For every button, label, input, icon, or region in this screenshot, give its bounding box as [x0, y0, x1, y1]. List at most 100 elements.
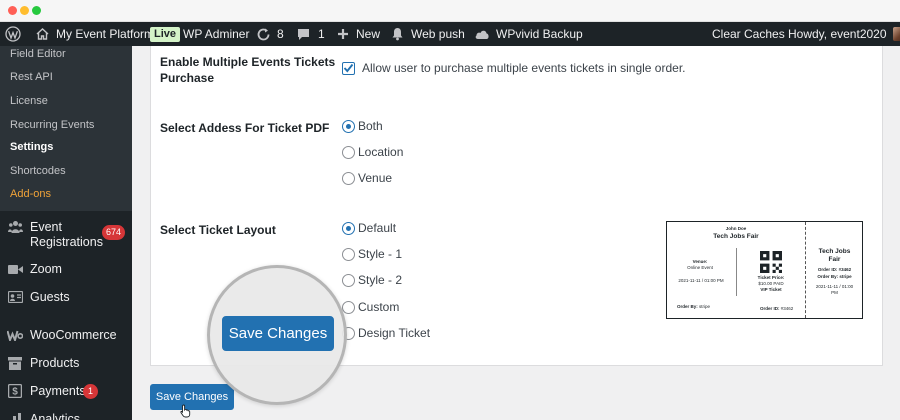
menu-item-woocommerce[interactable]: WooCommerce — [0, 326, 132, 344]
ticket-stub-event-line1: Tech Jobs — [818, 248, 851, 255]
radio-style-2[interactable] — [342, 273, 355, 287]
wordpress-logo-button[interactable] — [5, 22, 21, 46]
admin-bar: My Event Platform Live WP Adminer 8 1 Ne… — [0, 22, 900, 46]
radio-default[interactable] — [342, 221, 355, 235]
bell-icon — [392, 28, 403, 41]
submenu-item-shortcodes[interactable]: Shortcodes — [10, 165, 66, 177]
radio-style-2-label: Style - 2 — [358, 273, 403, 287]
ticket-order-by: Order By: stripe — [677, 304, 710, 310]
multiple-tickets-option[interactable]: Allow user to purchase multiple events t… — [342, 61, 686, 75]
submenu-item-add-ons[interactable]: Add-ons — [10, 188, 51, 200]
menu-item-products[interactable]: Products — [0, 354, 132, 372]
comment-icon — [298, 28, 309, 40]
submenu-item-recurring-events[interactable]: Recurring Events — [10, 119, 94, 131]
my-account-link[interactable]: Howdy, event2020 — [788, 22, 900, 46]
multiple-tickets-label: Enable Multiple Events Tickets Purchase — [160, 55, 336, 85]
submenu-item-license[interactable]: License — [10, 95, 48, 107]
ticket-layout-option-design-ticket[interactable]: Design Ticket — [342, 326, 430, 340]
wpvivid-backup-link[interactable]: WPvivid Backup — [474, 22, 583, 46]
cloud-icon — [475, 30, 489, 39]
home-icon — [36, 28, 49, 40]
users-icon — [7, 219, 23, 235]
ticket-layout-option-custom[interactable]: Custom — [342, 300, 399, 314]
window-maximize-button[interactable] — [32, 6, 41, 15]
radio-location[interactable] — [342, 145, 355, 159]
refresh-icon — [257, 28, 270, 40]
ticket-event-name: Tech Jobs Fair — [713, 233, 759, 240]
comments-count: 1 — [318, 27, 325, 41]
radio-both[interactable] — [342, 119, 355, 133]
menu-label-analytics: Analytics — [30, 412, 81, 420]
ticket-layout-option-style-1[interactable]: Style - 1 — [342, 247, 402, 261]
payments-count-badge: 1 — [83, 384, 98, 399]
hand-cursor-icon — [180, 404, 191, 418]
radio-design-ticket-label: Design Ticket — [358, 326, 431, 340]
save-changes-button-zoomed[interactable]: Save Changes — [222, 316, 334, 351]
comments-link[interactable]: 1 — [297, 22, 325, 46]
new-content-link[interactable]: New — [337, 22, 380, 46]
ticket-attendee: John Doe — [725, 226, 747, 231]
save-changes-button[interactable]: Save Changes — [150, 384, 234, 410]
clear-caches-button[interactable]: Clear Caches — [712, 22, 785, 46]
web-push-link[interactable]: Web push — [391, 22, 465, 46]
radio-venue-label: Venue — [358, 171, 393, 185]
pdf-address-option-venue[interactable]: Venue — [342, 171, 392, 185]
ticket-stub-event-line2: Fair — [828, 256, 841, 263]
menu-item-analytics[interactable]: Analytics — [0, 410, 132, 420]
updates-link[interactable]: 8 — [256, 22, 284, 46]
plus-icon — [338, 29, 348, 39]
radio-style-1-label: Style - 1 — [358, 247, 403, 261]
menu-item-zoom[interactable]: Zoom — [0, 260, 132, 278]
ticket-divider — [736, 248, 737, 296]
ticket-layout-option-style-2[interactable]: Style - 2 — [342, 273, 402, 287]
ticket-preview: John Doe Tech Jobs Fair Venue: Online Ev… — [666, 221, 863, 319]
radio-custom[interactable] — [342, 300, 355, 314]
menu-label-registrations: Registrations — [30, 235, 103, 249]
svg-text:$: $ — [12, 387, 18, 398]
pdf-address-label: Select Addess For Ticket PDF — [160, 121, 330, 135]
radio-style-1[interactable] — [342, 247, 355, 261]
menu-item-guests[interactable]: Guests — [0, 288, 132, 306]
ticket-order-id: Order ID: #3462 — [760, 306, 793, 312]
pdf-address-option-both[interactable]: Both — [342, 119, 383, 133]
window-close-button[interactable] — [8, 6, 17, 15]
submenu-item-field-editor[interactable]: Field Editor — [10, 48, 66, 60]
ticket-order-id-label: Order ID: — [760, 306, 780, 311]
site-name-link[interactable]: My Event Platform — [36, 22, 154, 46]
menu-label-guests: Guests — [30, 290, 70, 304]
registrations-count-badge: 674 — [102, 225, 126, 240]
ticket-stub-order-id: Order ID: #3462 — [817, 267, 852, 272]
bar-chart-icon — [7, 411, 23, 420]
multiple-tickets-checkbox[interactable] — [342, 61, 355, 75]
checkmark-icon — [343, 63, 354, 73]
radio-venue[interactable] — [342, 171, 355, 185]
menu-item-event-registrations[interactable]: Event Registrations 674 — [0, 218, 132, 252]
clear-caches-label: Clear Caches — [712, 27, 785, 41]
pdf-address-option-location[interactable]: Location — [342, 145, 403, 159]
menu-item-payments[interactable]: $ Payments 1 — [0, 382, 132, 400]
web-push-label: Web push — [411, 27, 465, 41]
submenu-item-settings[interactable]: Settings — [10, 141, 53, 153]
wpvivid-backup-label: WPvivid Backup — [496, 27, 583, 41]
ticket-order-id-value: #3462 — [780, 306, 794, 311]
menu-label-event: Event — [30, 220, 62, 234]
menu-label-payments: Payments — [30, 384, 86, 398]
id-card-icon — [7, 289, 23, 305]
menu-label-zoom: Zoom — [30, 262, 62, 276]
menu-label-products: Products — [30, 356, 80, 370]
submenu-item-rest-api[interactable]: Rest API — [10, 71, 53, 83]
new-label: New — [356, 27, 381, 41]
ticket-order-by-label: Order By: — [677, 304, 698, 309]
wp-adminer-link[interactable]: WP Adminer — [183, 22, 249, 46]
howdy-label: Howdy, event2020 — [788, 27, 887, 41]
ticket-stub-order-by: Order By: stripe — [817, 274, 852, 279]
ticket-date: 2021-11-11 / 01:00 PM — [678, 278, 724, 283]
window-minimize-button[interactable] — [20, 6, 29, 15]
qr-code-icon — [760, 251, 782, 273]
ticket-layout-option-default[interactable]: Default — [342, 221, 396, 235]
ticket-layout-label: Select Ticket Layout — [160, 223, 276, 237]
ticket-type: VIP Ticket — [760, 287, 782, 292]
radio-both-label: Both — [358, 119, 383, 133]
radio-location-label: Location — [358, 145, 404, 159]
admin-sidebar: Field Editor Rest API License Recurring … — [0, 46, 132, 420]
